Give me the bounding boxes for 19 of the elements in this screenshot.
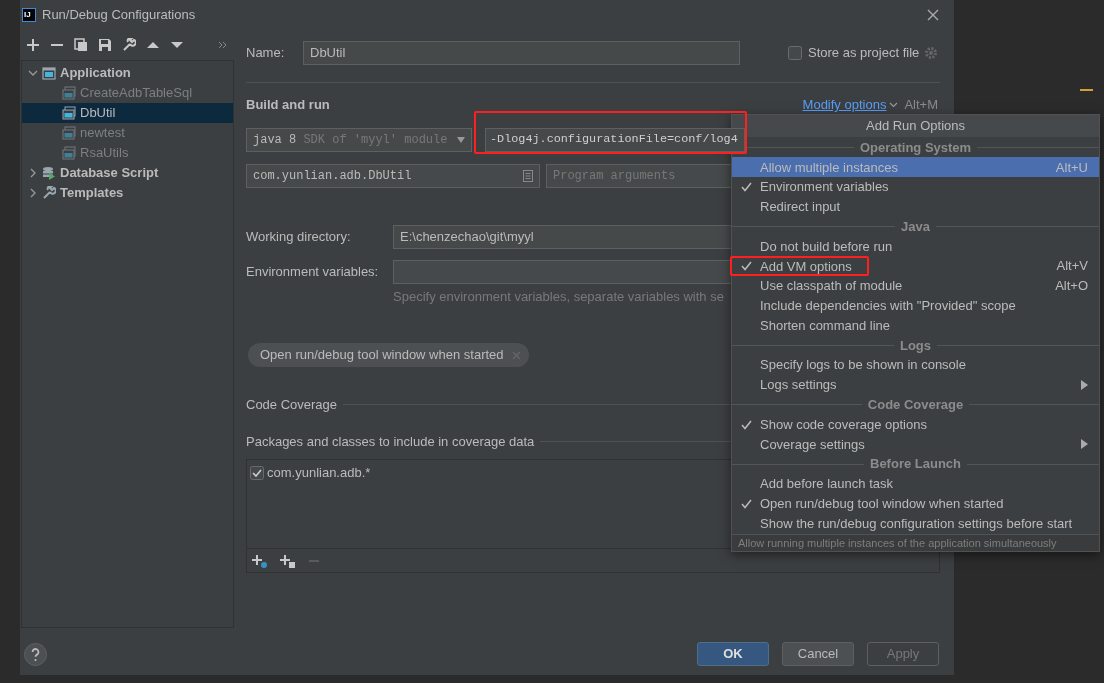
window-title: Run/Debug Configurations bbox=[42, 6, 196, 25]
hint-text: Allow running multiple instances of the application simultaneously bbox=[732, 533, 1099, 551]
popup-title: Add Run Options bbox=[866, 117, 965, 136]
menu-section-title: Before Launch bbox=[870, 455, 961, 474]
app-logo: IJ bbox=[22, 8, 36, 22]
section-title: Build and run bbox=[246, 96, 330, 114]
option-chip: Open run/debug tool window when started bbox=[248, 343, 529, 367]
menu-section-title: Operating System bbox=[859, 138, 972, 157]
menu-section-title: Logs bbox=[899, 336, 932, 355]
shortcut-text: Alt+M bbox=[904, 96, 938, 114]
section-title: Packages and classes to include in coverage data bbox=[246, 432, 535, 451]
field-label: Working directory: bbox=[246, 227, 352, 246]
field-label: Name: bbox=[246, 44, 286, 63]
checkbox-label: Store as project file bbox=[808, 44, 920, 63]
highlight-frame: Add VM options bbox=[730, 256, 869, 277]
field-label: Environment variables: bbox=[246, 262, 380, 281]
hint-text: Specify environment variables, separate variables with se bbox=[393, 288, 724, 304]
section-title: Code Coverage bbox=[246, 396, 338, 414]
menu-section-title: Code Coverage bbox=[867, 396, 964, 415]
